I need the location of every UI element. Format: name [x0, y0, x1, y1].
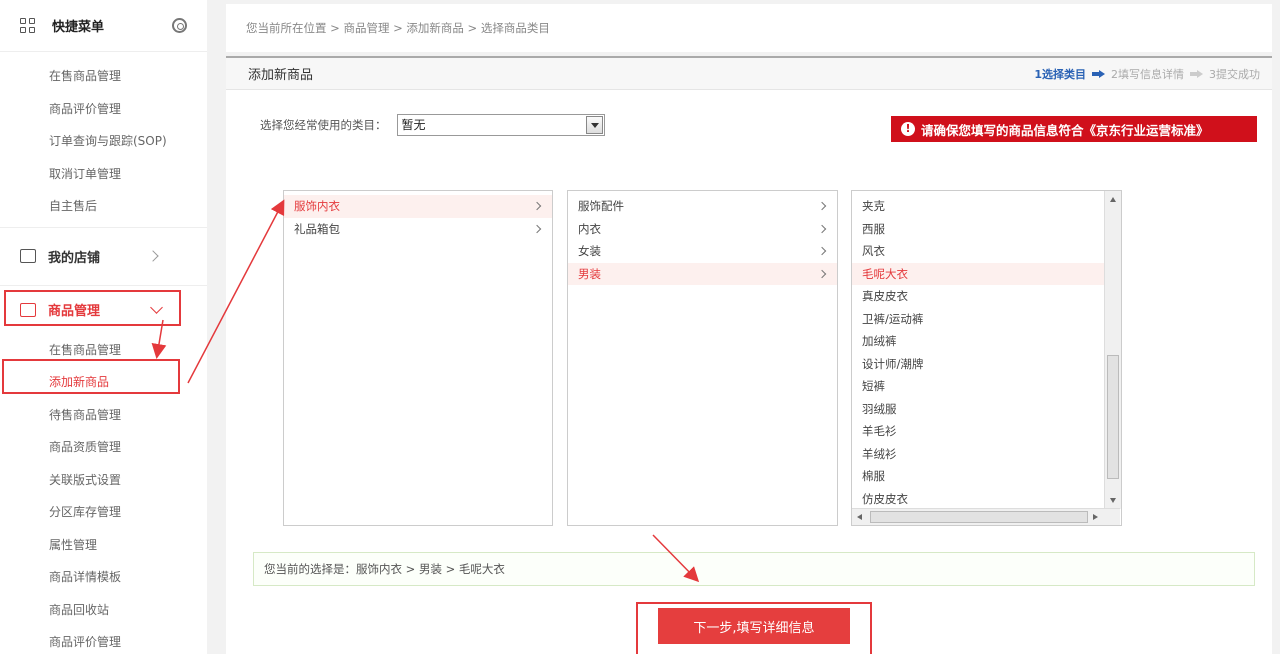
arrow-right-icon [1190, 69, 1203, 78]
recent-category-row: 选择您经常使用的类目： 暂无 [260, 114, 605, 136]
category-item[interactable]: 服饰内衣 [284, 195, 552, 218]
page-title: 添加新商品 [248, 68, 314, 83]
quick-menu-header: 快捷菜单 [0, 0, 207, 52]
sidebar-item-layout[interactable]: 关联版式设置 [0, 464, 207, 497]
my-shop-label: 我的店铺 [48, 250, 101, 266]
breadcrumb-sep: > [389, 21, 407, 35]
highlight-add-product [2, 359, 180, 394]
category-item[interactable]: 女装 [568, 240, 837, 263]
scroll-thumb[interactable] [870, 511, 1088, 523]
breadcrumb-item[interactable]: 添加新商品 [406, 20, 464, 36]
chevron-right-icon [817, 201, 827, 211]
scroll-right-icon[interactable] [1093, 514, 1098, 520]
highlight-product-management [4, 290, 181, 326]
exclamation-icon: ! [901, 122, 915, 136]
sidebar-group-my-shop[interactable]: 我的店铺 [0, 228, 207, 286]
category-item[interactable]: 风衣 [852, 240, 1105, 263]
chevron-right-icon [817, 269, 827, 278]
category-column-level1: 服饰内衣 礼品箱包 [283, 190, 553, 526]
sidebar-item-inventory[interactable]: 分区库存管理 [0, 496, 207, 529]
category-item[interactable]: 设计师/潮牌 [852, 353, 1105, 376]
warning-banner[interactable]: ! 请确保您填写的商品信息符合《京东行业运营标准》 [891, 116, 1257, 142]
level3-list: 夹克 西服 风衣 毛呢大衣 真皮皮衣 卫裤/运动裤 加绒裤 设计师/潮牌 短裤 … [852, 195, 1105, 510]
sidebar-item-pending[interactable]: 待售商品管理 [0, 399, 207, 432]
quick-item-aftersale[interactable]: 自主售后 [0, 190, 207, 223]
category-item[interactable]: 加绒裤 [852, 330, 1105, 353]
chevron-right-icon [817, 246, 827, 256]
category-label: 男装 [578, 266, 601, 281]
sidebar-item-recycle-bin[interactable]: 商品回收站 [0, 594, 207, 627]
current-selection: 您当前的选择是：服饰内衣 > 男装 > 毛呢大衣 [253, 552, 1255, 586]
recent-category-label: 选择您经常使用的类目： [260, 118, 387, 132]
sidebar-item-qualification[interactable]: 商品资质管理 [0, 431, 207, 464]
category-item[interactable]: 羊绒衫 [852, 443, 1105, 466]
category-item[interactable]: 男装 [568, 262, 837, 285]
category-item[interactable]: 卫裤/运动裤 [852, 308, 1105, 331]
category-item[interactable]: 夹克 [852, 195, 1105, 218]
quick-item-reviews[interactable]: 商品评价管理 [0, 93, 207, 126]
main-panel: 添加新商品 1选择类目 2填写信息详情 3提交成功 选择您经常使用的类目： 暂无… [226, 56, 1272, 654]
gear-icon[interactable] [172, 18, 187, 33]
quick-item-orders[interactable]: 订单查询与跟踪(SOP) [0, 125, 207, 158]
step-indicator: 1选择类目 2填写信息详情 3提交成功 [1034, 66, 1260, 82]
grid-icon [20, 17, 36, 34]
chevron-down-icon[interactable] [585, 116, 603, 134]
vertical-scrollbar[interactable] [1104, 191, 1121, 509]
scroll-left-icon[interactable] [857, 514, 862, 520]
chevron-right-icon [532, 224, 542, 233]
sidebar: 快捷菜单 在售商品管理 商品评价管理 订单查询与跟踪(SOP) 取消订单管理 自… [0, 0, 207, 654]
sidebar-item-reviews[interactable]: 商品评价管理 [0, 626, 207, 654]
quick-menu-list: 在售商品管理 商品评价管理 订单查询与跟踪(SOP) 取消订单管理 自主售后 [0, 52, 207, 228]
scroll-down-icon[interactable] [1110, 498, 1116, 503]
category-item[interactable]: 短裤 [852, 375, 1105, 398]
page-header: 添加新商品 1选择类目 2填写信息详情 3提交成功 [226, 58, 1272, 90]
chevron-right-icon [817, 224, 827, 233]
category-label: 礼品箱包 [294, 221, 340, 236]
quick-menu-title: 快捷菜单 [52, 20, 105, 35]
sidebar-item-detail-template[interactable]: 商品详情模板 [0, 561, 207, 594]
chevron-right-icon [147, 250, 159, 262]
scroll-up-icon[interactable] [1110, 197, 1116, 202]
shop-icon [20, 249, 36, 263]
scroll-thumb[interactable] [1107, 355, 1119, 479]
category-label: 女装 [578, 244, 601, 258]
category-column-level2: 服饰配件 内衣 女装 男装 [567, 190, 838, 526]
category-item[interactable]: 真皮皮衣 [852, 285, 1105, 308]
step-2: 2填写信息详情 [1111, 67, 1184, 81]
recent-category-select[interactable]: 暂无 [396, 114, 605, 136]
quick-item-on-sale[interactable]: 在售商品管理 [0, 60, 207, 93]
arrow-right-icon [1092, 69, 1105, 78]
highlight-next-button [636, 602, 872, 654]
category-item[interactable]: 西服 [852, 218, 1105, 241]
recent-category-value: 暂无 [401, 118, 426, 132]
category-item[interactable]: 礼品箱包 [284, 218, 552, 241]
warning-text: 请确保您填写的商品信息符合《京东行业运营标准》 [921, 122, 1209, 138]
breadcrumb-item: 选择商品类目 [480, 21, 550, 35]
quick-item-cancel[interactable]: 取消订单管理 [0, 158, 207, 191]
breadcrumb-prefix: 您当前所在位置 [246, 21, 327, 35]
category-label: 服饰内衣 [294, 199, 340, 213]
category-item[interactable]: 服饰配件 [568, 195, 837, 218]
horizontal-scrollbar[interactable] [852, 508, 1120, 525]
category-item[interactable]: 仿皮皮衣 [852, 488, 1105, 511]
breadcrumb-sep: > [326, 21, 344, 35]
step-1: 1选择类目 [1034, 67, 1086, 81]
sidebar-item-attributes[interactable]: 属性管理 [0, 529, 207, 562]
category-item[interactable]: 棉服 [852, 465, 1105, 488]
step-3: 3提交成功 [1209, 67, 1260, 81]
breadcrumb-sep: > [463, 21, 481, 35]
category-item[interactable]: 羽绒服 [852, 398, 1105, 421]
category-item[interactable]: 内衣 [568, 218, 837, 241]
category-column-level3: 夹克 西服 风衣 毛呢大衣 真皮皮衣 卫裤/运动裤 加绒裤 设计师/潮牌 短裤 … [851, 190, 1122, 526]
category-label: 服饰配件 [578, 199, 624, 213]
breadcrumb-item[interactable]: 商品管理 [343, 20, 389, 36]
category-item[interactable]: 羊毛衫 [852, 420, 1105, 443]
breadcrumb: 您当前所在位置 > 商品管理 > 添加新商品 > 选择商品类目 [226, 4, 1272, 52]
category-item[interactable]: 毛呢大衣 [852, 262, 1105, 285]
chevron-right-icon [532, 201, 542, 211]
category-label: 内衣 [578, 221, 601, 236]
